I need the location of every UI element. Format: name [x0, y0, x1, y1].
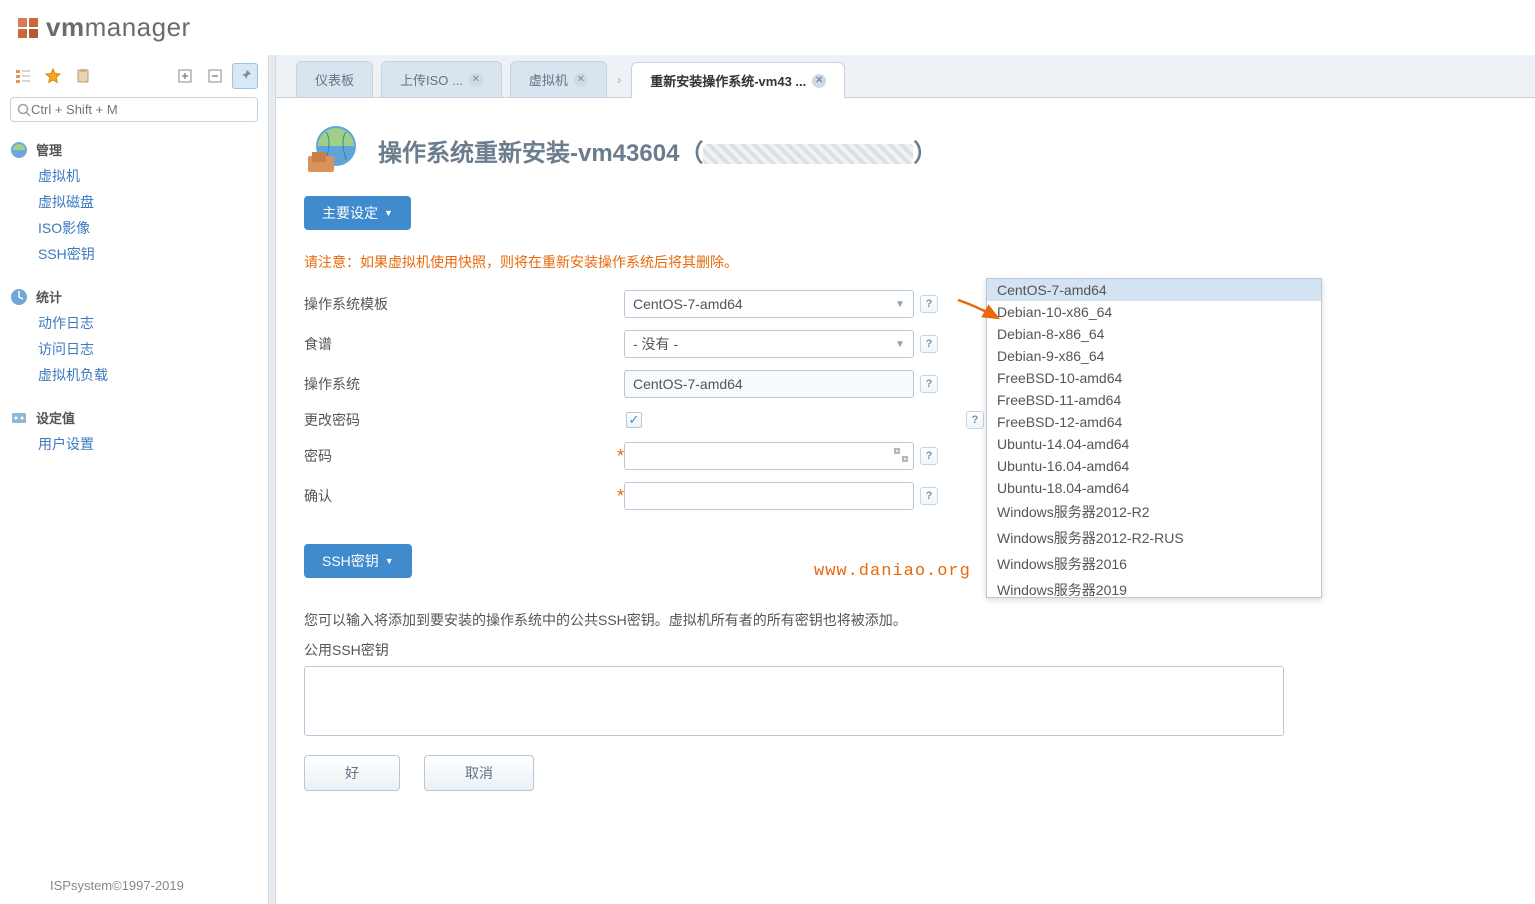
recipe-select[interactable]: - 没有 -▼: [624, 330, 914, 358]
chevron-down-icon: ▼: [895, 299, 905, 310]
tab-label: 上传ISO ...: [400, 70, 463, 89]
section-main-settings[interactable]: 主要设定▼: [304, 196, 411, 230]
app-logo: vmmanager: [0, 0, 1535, 55]
change-password-label: 更改密码: [304, 410, 624, 430]
nav-item[interactable]: 访问日志: [38, 336, 258, 362]
clipboard-icon[interactable]: [70, 63, 96, 89]
star-icon[interactable]: [40, 63, 66, 89]
nav-item[interactable]: 用户设置: [38, 431, 258, 457]
dropdown-option[interactable]: Windows服务器2012-R2-RUS: [987, 525, 1321, 551]
collapse-icon[interactable]: [202, 63, 228, 89]
search-input[interactable]: [31, 102, 251, 117]
dropdown-option[interactable]: Ubuntu-14.04-amd64: [987, 433, 1321, 455]
content: 操作系统重新安装-vm43604（） 主要设定▼ 请注意：如果虚拟机使用快照，则…: [276, 98, 1535, 904]
ssh-note: 您可以输入将添加到要安装的操作系统中的公共SSH密钥。虚拟机所有者的所有密钥也将…: [304, 610, 1507, 630]
nav-item[interactable]: ISO影像: [38, 215, 258, 241]
dropdown-option[interactable]: Ubuntu-16.04-amd64: [987, 455, 1321, 477]
nav-item[interactable]: 虚拟机: [38, 163, 258, 189]
nav-item[interactable]: 虚拟磁盘: [38, 189, 258, 215]
nav: 管理虚拟机虚拟磁盘ISO影像SSH密钥统计动作日志访问日志虚拟机负载设定值用户设…: [10, 136, 258, 457]
watermark: www.daniao.org: [814, 562, 971, 581]
help-icon[interactable]: ?: [966, 411, 984, 429]
recipe-label: 食谱: [304, 334, 624, 354]
sidebar: 管理虚拟机虚拟磁盘ISO影像SSH密钥统计动作日志访问日志虚拟机负载设定值用户设…: [0, 55, 268, 904]
nav-section-head[interactable]: 管理: [10, 136, 258, 163]
help-icon[interactable]: ?: [920, 487, 938, 505]
tab[interactable]: 上传ISO ... ✕: [381, 61, 502, 97]
tab-label: 仪表板: [315, 70, 354, 89]
dropdown-option[interactable]: CentOS-7-amd64: [987, 279, 1321, 301]
ok-button[interactable]: 好: [304, 755, 400, 791]
page-header: 操作系统重新安装-vm43604（）: [304, 122, 1507, 178]
warning-text: 请注意：如果虚拟机使用快照，则将在重新安装操作系统后将其删除。: [304, 252, 1507, 272]
nav-item[interactable]: 动作日志: [38, 310, 258, 336]
cancel-button[interactable]: 取消: [424, 755, 534, 791]
dropdown-option[interactable]: Ubuntu-18.04-amd64: [987, 477, 1321, 499]
form: 操作系统模板 CentOS-7-amd64▼ ? 食谱 - 没有 -▼ ? 操作…: [304, 290, 984, 510]
dropdown-option[interactable]: Debian-8-x86_64: [987, 323, 1321, 345]
tab[interactable]: 仪表板: [296, 61, 373, 97]
ssh-key-label: 公用SSH密钥: [304, 640, 1507, 660]
page-title: 操作系统重新安装-vm43604（）: [378, 133, 937, 168]
chevron-down-icon: ▼: [385, 556, 394, 566]
globe-reinstall-icon: [304, 122, 360, 178]
dropdown-option[interactable]: FreeBSD-10-amd64: [987, 367, 1321, 389]
close-icon[interactable]: ✕: [812, 74, 826, 88]
search-icon: [17, 103, 31, 117]
nav-item[interactable]: SSH密钥: [38, 241, 258, 267]
tabs: 仪表板 上传ISO ... ✕ 虚拟机 ✕ › 重新安装操作系统-vm43 ... ✕: [276, 55, 1535, 98]
nav-section-head[interactable]: 统计: [10, 283, 258, 310]
dropdown-option[interactable]: FreeBSD-11-amd64: [987, 389, 1321, 411]
os-label: 操作系统: [304, 374, 624, 394]
footer-copyright: ISPsystem©1997-2019: [50, 878, 184, 893]
dropdown-option[interactable]: Debian-9-x86_64: [987, 345, 1321, 367]
help-icon[interactable]: ?: [920, 335, 938, 353]
close-icon[interactable]: ✕: [574, 73, 588, 87]
nav-item[interactable]: 虚拟机负载: [38, 362, 258, 388]
tab-label: 重新安装操作系统-vm43 ...: [650, 71, 806, 90]
help-icon[interactable]: ?: [920, 447, 938, 465]
password-field[interactable]: [624, 442, 914, 470]
os-template-select[interactable]: CentOS-7-amd64▼: [624, 290, 914, 318]
nav-section-head[interactable]: 设定值: [10, 404, 258, 431]
ssh-key-textarea[interactable]: [304, 666, 1284, 736]
dropdown-option[interactable]: FreeBSD-12-amd64: [987, 411, 1321, 433]
close-icon[interactable]: ✕: [469, 73, 483, 87]
tab[interactable]: 重新安装操作系统-vm43 ... ✕: [631, 62, 845, 98]
help-icon[interactable]: ?: [920, 375, 938, 393]
tab[interactable]: 虚拟机 ✕: [510, 61, 607, 97]
chevron-down-icon: ▼: [895, 339, 905, 350]
confirm-field[interactable]: [624, 482, 914, 510]
change-password-checkbox[interactable]: ✓: [626, 412, 642, 428]
logo-text: vmmanager: [46, 12, 191, 43]
os-template-dropdown[interactable]: CentOS-7-amd64Debian-10-x86_64Debian-8-x…: [986, 278, 1322, 598]
os-template-label: 操作系统模板: [304, 294, 624, 314]
confirm-label: 确认*: [304, 486, 624, 507]
dropdown-option[interactable]: Windows服务器2016: [987, 551, 1321, 577]
section-ssh[interactable]: SSH密钥▼: [304, 544, 412, 578]
help-icon[interactable]: ?: [920, 295, 938, 313]
os-field: [624, 370, 914, 398]
dropdown-option[interactable]: Debian-10-x86_64: [987, 301, 1321, 323]
breadcrumb-separator: ›: [615, 72, 623, 87]
tab-label: 虚拟机: [529, 70, 568, 89]
sidebar-resize-handle[interactable]: [268, 55, 276, 904]
sidebar-search[interactable]: [10, 97, 258, 122]
sidebar-toolbar: [10, 63, 258, 89]
logo-icon: [16, 16, 40, 40]
dropdown-option[interactable]: Windows服务器2012-R2: [987, 499, 1321, 525]
main: 仪表板 上传ISO ... ✕ 虚拟机 ✕ › 重新安装操作系统-vm43 ... ✕ 操作系…: [276, 55, 1535, 904]
chevron-down-icon: ▼: [384, 208, 393, 218]
generate-password-icon[interactable]: [893, 447, 909, 463]
password-label: 密码*: [304, 446, 624, 467]
pin-icon[interactable]: [232, 63, 258, 89]
tree-icon[interactable]: [10, 63, 36, 89]
dropdown-option[interactable]: Windows服务器2019: [987, 577, 1321, 598]
expand-icon[interactable]: [172, 63, 198, 89]
